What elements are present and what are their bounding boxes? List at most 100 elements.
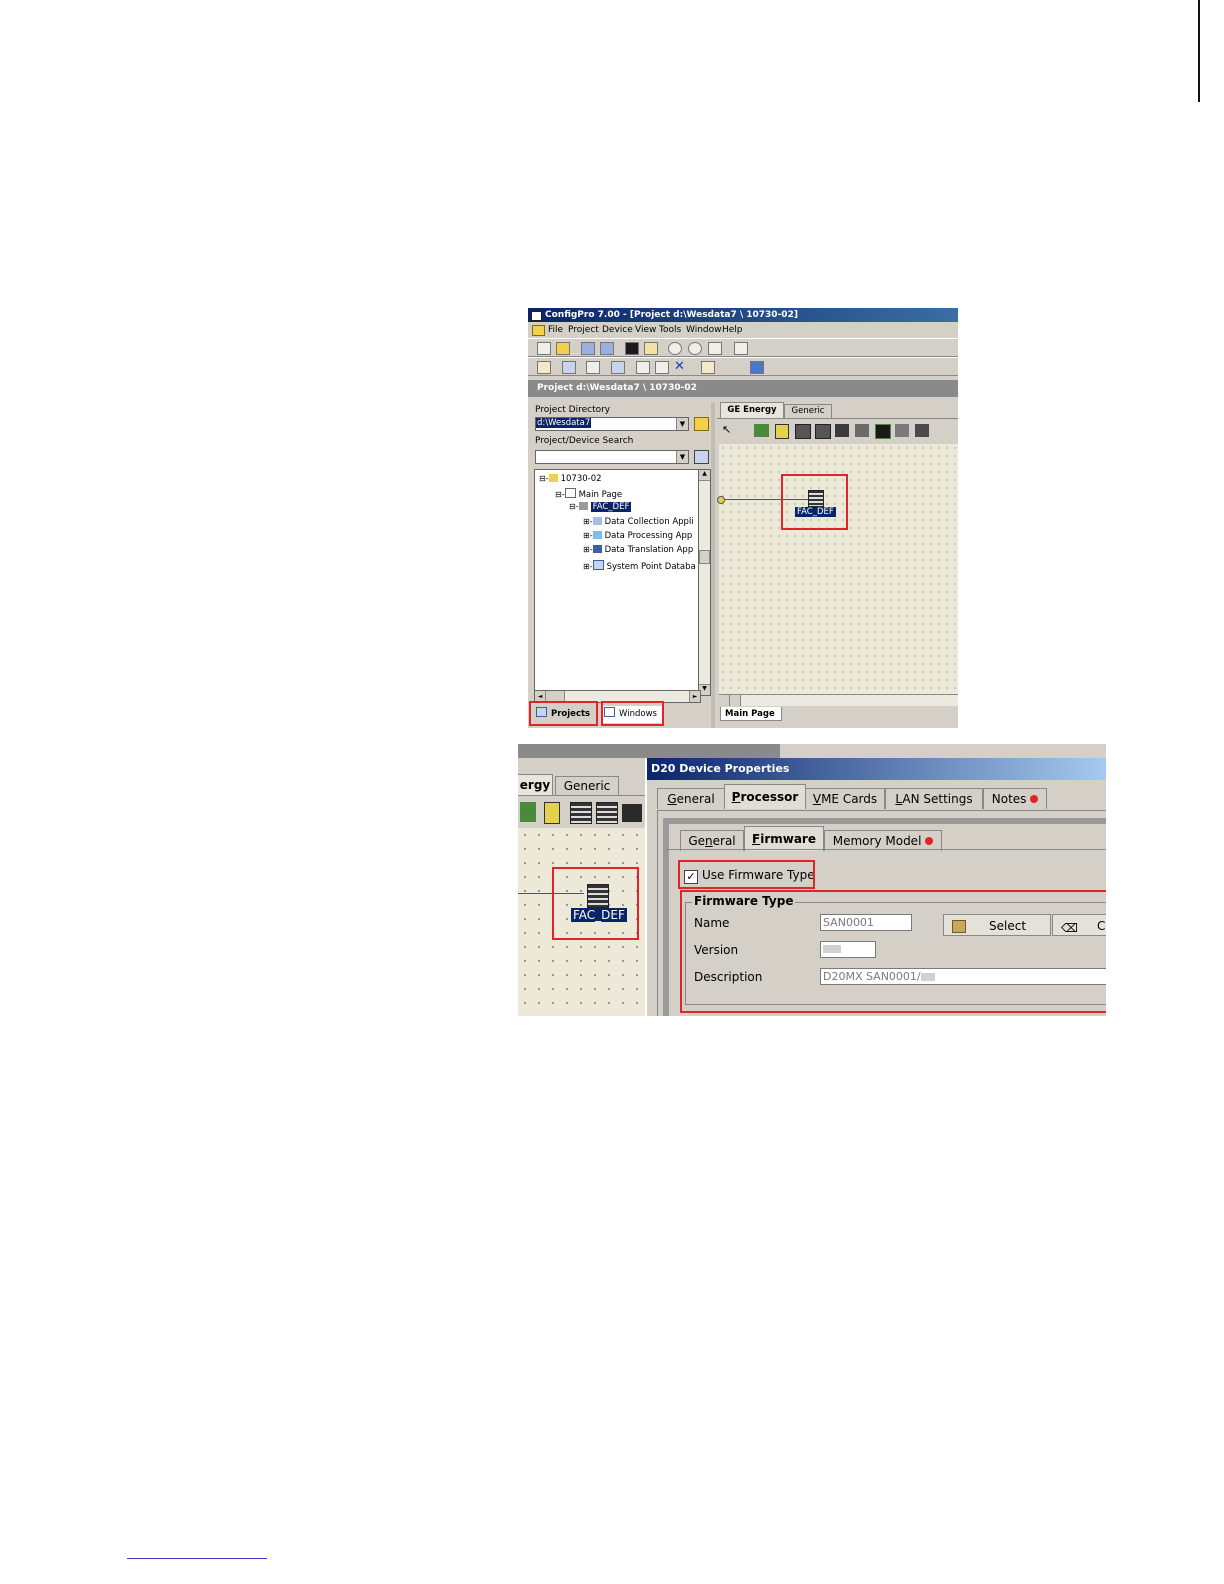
highlight-box-firmware-type bbox=[680, 890, 1106, 1013]
tree-device-fac-def[interactable]: ⊟- FAC_DEF bbox=[569, 502, 632, 512]
scroll-up-icon[interactable]: ▲ bbox=[699, 470, 710, 481]
menu-project[interactable]: Project bbox=[568, 323, 599, 337]
scroll-thumb[interactable] bbox=[730, 695, 741, 706]
data-collection-icon bbox=[592, 517, 602, 525]
tree-main-page[interactable]: ⊟- Main Page bbox=[555, 488, 622, 500]
main-page-canvas[interactable]: FAC_DEF bbox=[518, 828, 646, 1016]
tree-item[interactable]: ⊞- Data Collection Appli bbox=[583, 517, 694, 527]
project-tree[interactable]: ⊟- 10730-02 ⊟- Main Page ⊟- FAC_DEF ⊞- Data … bbox=[534, 469, 700, 696]
tab-ge-energy[interactable]: ergy bbox=[518, 774, 553, 795]
report-icon[interactable] bbox=[537, 361, 551, 374]
import-icon[interactable] bbox=[562, 361, 576, 374]
tree-item[interactable]: ⊞- System Point Databa bbox=[583, 560, 696, 572]
drawing-pane: GE Energy Generic ↖ FAC_DEF Main Page bbox=[717, 402, 958, 721]
tab-general[interactable]: General bbox=[657, 788, 725, 809]
d25-tool-icon[interactable] bbox=[815, 424, 831, 439]
relay-tool-icon[interactable] bbox=[895, 424, 909, 437]
main-page-canvas[interactable]: FAC_DEF bbox=[717, 444, 958, 694]
menu-file[interactable]: File bbox=[548, 323, 563, 337]
tab-lan-settings[interactable]: LAN Settings bbox=[885, 788, 983, 809]
subtab-memory-model[interactable]: Memory Model bbox=[824, 830, 942, 851]
display-tool-icon[interactable] bbox=[875, 424, 891, 439]
binoculars-icon[interactable] bbox=[694, 450, 709, 464]
menu-device[interactable]: Device bbox=[602, 323, 633, 337]
tab-generic[interactable]: Generic bbox=[555, 776, 619, 795]
menu-tools[interactable]: Tools bbox=[659, 323, 681, 337]
project-directory-combo[interactable]: d:\Wesdata7 ▼ bbox=[535, 417, 689, 431]
menu-window[interactable]: Window bbox=[686, 323, 722, 337]
device-icon bbox=[578, 502, 588, 510]
properties-icon[interactable] bbox=[644, 342, 658, 355]
open-icon[interactable] bbox=[556, 342, 570, 355]
folder-icon[interactable] bbox=[532, 325, 545, 336]
paste-device-icon[interactable] bbox=[600, 342, 614, 355]
copy-icon[interactable] bbox=[636, 361, 650, 374]
tab-generic[interactable]: Generic bbox=[784, 404, 832, 418]
menu-help[interactable]: Help bbox=[722, 323, 743, 337]
dropdown-arrow-icon[interactable]: ▼ bbox=[676, 451, 688, 463]
configpro-main-window-screenshot: ConfigPro 7.00 - [Project d:\Wesdata7 \ … bbox=[528, 308, 958, 728]
footer-rule bbox=[127, 1558, 267, 1559]
point-database-icon bbox=[592, 560, 604, 570]
data-processing-icon bbox=[592, 531, 602, 539]
copy-device-icon[interactable] bbox=[581, 342, 595, 355]
d20-tool-icon[interactable] bbox=[795, 424, 811, 439]
project-path-bar: Project d:\Wesdata7 \ 10730-02 bbox=[528, 380, 958, 397]
tab-processor[interactable]: Processor bbox=[724, 784, 806, 809]
highlight-box-windows bbox=[601, 701, 664, 726]
toolbar-2: ✕ bbox=[528, 357, 958, 376]
ied-tool-icon[interactable] bbox=[622, 804, 642, 822]
tree-item[interactable]: ⊞- Data Translation App bbox=[583, 545, 693, 555]
terminal-icon[interactable] bbox=[625, 342, 639, 355]
highlight-box-device bbox=[781, 474, 848, 530]
ied-tool-icon[interactable] bbox=[835, 424, 849, 437]
tree-item[interactable]: ⊞- Data Processing App bbox=[583, 531, 692, 541]
delete-icon[interactable]: ✕ bbox=[674, 360, 686, 373]
canvas-horizontal-scrollbar[interactable] bbox=[719, 694, 958, 706]
tab-vme-cards[interactable]: VME Cards bbox=[805, 788, 885, 809]
subtab-firmware[interactable]: Firmware bbox=[744, 826, 824, 851]
tab-ge-energy[interactable]: GE Energy bbox=[720, 402, 784, 418]
compare-icon[interactable] bbox=[611, 361, 625, 374]
disconnect-icon[interactable] bbox=[688, 342, 702, 355]
scroll-right-icon[interactable]: ► bbox=[689, 691, 700, 702]
connector-tool-icon[interactable] bbox=[520, 802, 536, 822]
toolbar-1 bbox=[528, 338, 958, 357]
connector-tool-icon[interactable] bbox=[754, 424, 769, 437]
connection-node[interactable] bbox=[717, 496, 725, 504]
menu-view[interactable]: View bbox=[635, 323, 656, 337]
tree-vertical-scrollbar[interactable]: ▲ ▼ bbox=[698, 469, 711, 696]
device-search-combo[interactable]: ▼ bbox=[535, 450, 689, 464]
document-icon[interactable] bbox=[734, 342, 748, 355]
subtab-general[interactable]: General bbox=[680, 830, 744, 851]
tab-underline bbox=[518, 795, 646, 796]
gateway-tool-icon[interactable] bbox=[855, 424, 869, 437]
scroll-left-icon[interactable] bbox=[719, 695, 730, 706]
windows-icon[interactable] bbox=[750, 361, 764, 374]
dialog-title: D20 Device Properties bbox=[647, 758, 1106, 780]
new-icon[interactable] bbox=[537, 342, 551, 355]
d25-tool-icon[interactable] bbox=[596, 802, 618, 824]
highlight-box-device bbox=[552, 867, 639, 940]
tab-main-page[interactable]: Main Page bbox=[720, 707, 782, 721]
connect-icon[interactable] bbox=[668, 342, 682, 355]
d20-tool-icon[interactable] bbox=[570, 802, 592, 824]
dropdown-arrow-icon[interactable]: ▼ bbox=[676, 418, 688, 430]
rtu-tool-icon[interactable] bbox=[544, 802, 560, 824]
rtu-tool-icon[interactable] bbox=[775, 424, 789, 439]
app-icon bbox=[531, 311, 542, 321]
browse-folder-icon[interactable] bbox=[694, 417, 709, 431]
pointer-tool-icon[interactable]: ↖ bbox=[722, 423, 736, 438]
notes-icon[interactable] bbox=[701, 361, 715, 374]
print-icon[interactable] bbox=[708, 342, 722, 355]
scroll-thumb[interactable] bbox=[699, 550, 710, 564]
export-icon[interactable] bbox=[586, 361, 600, 374]
tab-notes[interactable]: Notes bbox=[983, 788, 1047, 809]
tree-root[interactable]: ⊟- 10730-02 bbox=[539, 474, 602, 484]
project-directory-value: d:\Wesdata7 bbox=[536, 418, 592, 428]
window-title-bar: ConfigPro 7.00 - [Project d:\Wesdata7 \ … bbox=[528, 308, 958, 322]
highlight-box-projects bbox=[529, 701, 598, 726]
pane-splitter[interactable] bbox=[711, 402, 715, 728]
paste-icon[interactable] bbox=[655, 361, 669, 374]
rack-tool-icon[interactable] bbox=[915, 424, 929, 437]
